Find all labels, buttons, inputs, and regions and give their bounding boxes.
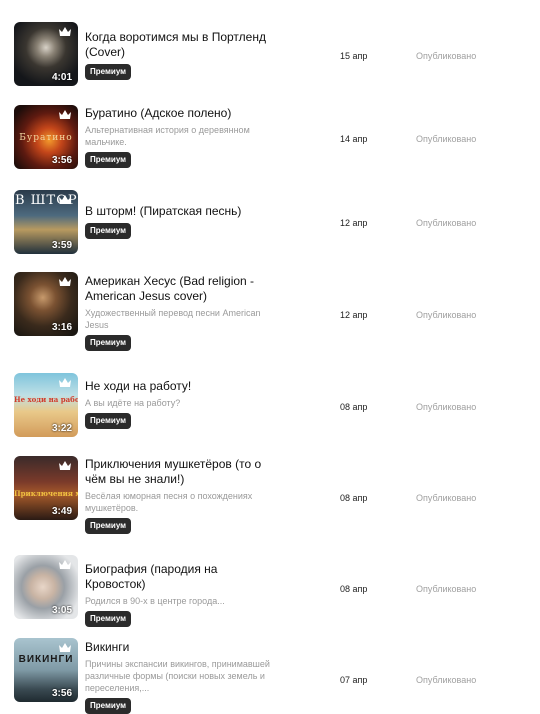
- track-date: 08 апр: [340, 402, 368, 412]
- track-duration: 4:01: [51, 72, 72, 83]
- track-status: Опубликовано: [416, 218, 477, 228]
- track-status: Опубликовано: [416, 310, 477, 320]
- crown-icon: [59, 277, 71, 286]
- track-duration: 3:22: [51, 423, 72, 434]
- cover-text: Приключения мушкетёров: [14, 489, 78, 498]
- track-description: Альтернативная история о деревянном маль…: [85, 125, 250, 147]
- track-description: Весёлая юморная песня о похождениях мушк…: [85, 491, 253, 513]
- track-title[interactable]: Биография (пародия на Кровосток): [85, 562, 280, 592]
- track-date: 08 апр: [340, 493, 368, 503]
- track-cover[interactable]: 3:16: [14, 272, 78, 336]
- cover-text: ВИКИНГИ: [18, 654, 74, 665]
- cover-text: Буратино: [19, 133, 73, 143]
- premium-badge: Премиум: [85, 518, 132, 534]
- track-title[interactable]: Когда воротимся мы в Портленд (Cover): [85, 30, 280, 60]
- premium-badge: Премиум: [85, 698, 132, 714]
- track-cover[interactable]: ВИКИНГИ 3:56: [14, 638, 78, 702]
- crown-icon: [59, 643, 71, 652]
- premium-badge: Премиум: [85, 152, 132, 168]
- track-status: Опубликовано: [416, 134, 477, 144]
- track-status: Опубликовано: [416, 584, 477, 594]
- premium-badge: Премиум: [85, 223, 132, 239]
- track-cover[interactable]: Приключения мушкетёров 3:49: [14, 456, 78, 520]
- track-list: 4:01 Когда воротимся мы в Портленд (Cove…: [0, 0, 540, 714]
- track-date: 08 апр: [340, 584, 368, 594]
- track-status: Опубликовано: [416, 402, 477, 412]
- crown-icon: [59, 110, 71, 119]
- track-duration: 3:59: [51, 240, 72, 251]
- track-description: Родился в 90-х в центре города...: [85, 596, 225, 606]
- track-title[interactable]: Викинги: [85, 640, 280, 655]
- track-cover[interactable]: Не ходи на работу 3:22: [14, 373, 78, 437]
- track-cover[interactable]: 3:05: [14, 555, 78, 619]
- track-status: Опубликовано: [416, 493, 477, 503]
- cover-text: Не ходи на работу: [14, 395, 78, 404]
- premium-badge: Премиум: [85, 64, 132, 80]
- track-title[interactable]: Буратино (Адское полено): [85, 106, 280, 121]
- track-title[interactable]: Американ Хесус (Bad religion - American …: [85, 274, 280, 304]
- crown-icon: [59, 195, 71, 204]
- premium-badge: Премиум: [85, 335, 132, 351]
- track-duration: 3:49: [51, 506, 72, 517]
- track-title[interactable]: В шторм! (Пиратская песнь): [85, 204, 280, 219]
- track-description: А вы идёте на работу?: [85, 398, 181, 408]
- track-duration: 3:56: [51, 155, 72, 166]
- track-description: Причины экспансии викингов, принимавшей …: [85, 659, 270, 693]
- track-duration: 3:16: [51, 322, 72, 333]
- track-title[interactable]: Не ходи на работу!: [85, 379, 280, 394]
- track-status: Опубликовано: [416, 51, 477, 61]
- crown-icon: [59, 461, 71, 470]
- track-status: Опубликовано: [416, 675, 477, 685]
- crown-icon: [59, 27, 71, 36]
- premium-badge: Премиум: [85, 611, 132, 627]
- crown-icon: [59, 378, 71, 387]
- track-date: 07 апр: [340, 675, 368, 685]
- track-cover[interactable]: В ШТОРМ 3:59: [14, 190, 78, 254]
- track-duration: 3:56: [51, 688, 72, 699]
- crown-icon: [59, 560, 71, 569]
- track-title[interactable]: Приключения мушкетёров (то о чём вы не з…: [85, 457, 280, 487]
- track-date: 12 апр: [340, 310, 368, 320]
- track-description: Художественный перевод песни American Je…: [85, 308, 261, 330]
- track-date: 12 апр: [340, 218, 368, 228]
- track-date: 14 апр: [340, 134, 368, 144]
- track-cover[interactable]: 4:01: [14, 22, 78, 86]
- track-date: 15 апр: [340, 51, 368, 61]
- track-cover[interactable]: Буратино 3:56: [14, 105, 78, 169]
- track-duration: 3:05: [51, 605, 72, 616]
- premium-badge: Премиум: [85, 413, 132, 429]
